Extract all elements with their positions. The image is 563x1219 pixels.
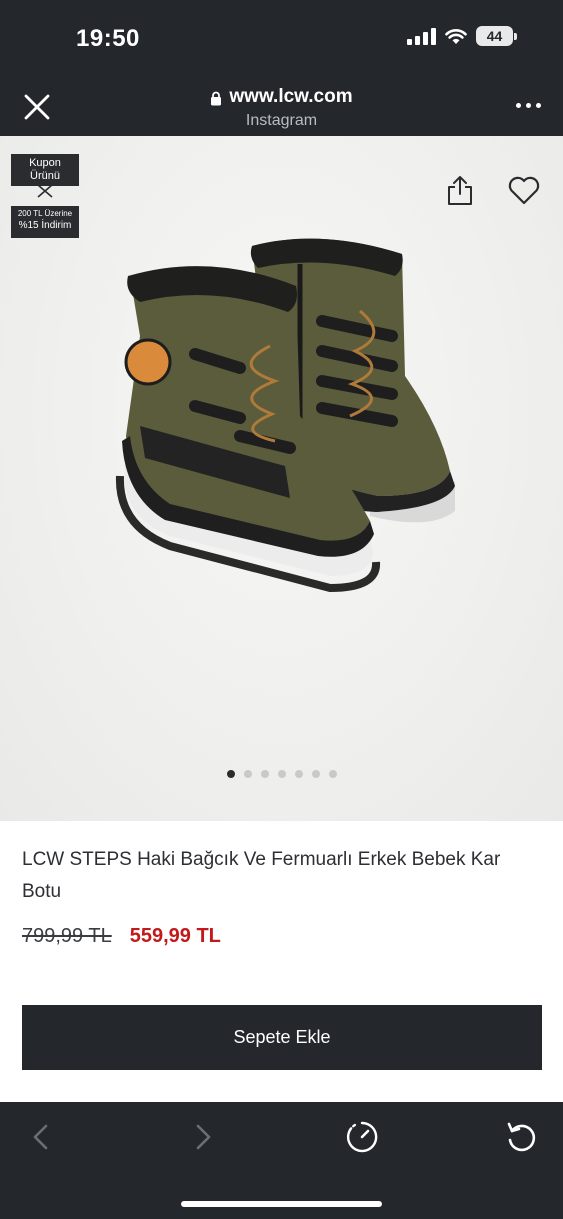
home-indicator[interactable]: [181, 1201, 382, 1207]
forward-icon[interactable]: [185, 1120, 219, 1154]
price-row: 799,99 TL 559,99 TL: [22, 925, 221, 948]
browser-header: 19:50 44 www.lcw.com Instagram: [0, 0, 563, 136]
back-icon[interactable]: [25, 1120, 59, 1154]
share-icon[interactable]: [445, 174, 475, 206]
carousel-dots[interactable]: [0, 770, 563, 778]
product-title: LCW STEPS Haki Bağcık Ve Fermuarlı Erkek…: [22, 849, 501, 902]
reload-icon[interactable]: [504, 1120, 538, 1154]
close-icon: [37, 184, 53, 198]
carousel-dot[interactable]: [277, 770, 286, 778]
url-text: www.lcw.com: [229, 86, 353, 107]
coupon-badge: Kupon Ürünü 200 TL Üzerine %15 İndirim: [11, 154, 79, 238]
url-area[interactable]: www.lcw.com Instagram: [0, 86, 563, 130]
sale-price: 559,99 TL: [129, 925, 221, 947]
battery-icon: 44: [476, 26, 517, 46]
heart-icon[interactable]: [507, 174, 541, 206]
carousel-dot[interactable]: [294, 770, 303, 778]
speed-icon[interactable]: [345, 1120, 379, 1154]
coupon-line2: Ürünü: [30, 170, 60, 182]
carousel-dot[interactable]: [243, 770, 252, 778]
coupon-line1: Kupon: [29, 157, 61, 169]
signal-icon: [407, 27, 436, 45]
old-price: 799,99 TL: [22, 925, 112, 947]
product-image-carousel[interactable]: Kupon Ürünü 200 TL Üzerine %15 İndirim: [0, 136, 563, 821]
more-icon[interactable]: [516, 103, 541, 108]
carousel-dot[interactable]: [226, 770, 235, 778]
offer-line1: 200 TL Üzerine: [17, 209, 73, 218]
offer-line2: %15 İndirim: [18, 220, 72, 231]
status-icons: 44: [407, 26, 517, 46]
add-to-cart-button[interactable]: Sepete Ekle: [22, 1005, 542, 1070]
lock-icon: [211, 91, 222, 105]
browser-toolbar: [0, 1102, 563, 1219]
product-photo: [115, 238, 455, 593]
carousel-dot[interactable]: [328, 770, 337, 778]
carousel-dot[interactable]: [260, 770, 269, 778]
wifi-icon: [445, 28, 467, 44]
carousel-dot[interactable]: [311, 770, 320, 778]
status-time: 19:50: [76, 25, 140, 52]
source-label: Instagram: [245, 112, 318, 129]
